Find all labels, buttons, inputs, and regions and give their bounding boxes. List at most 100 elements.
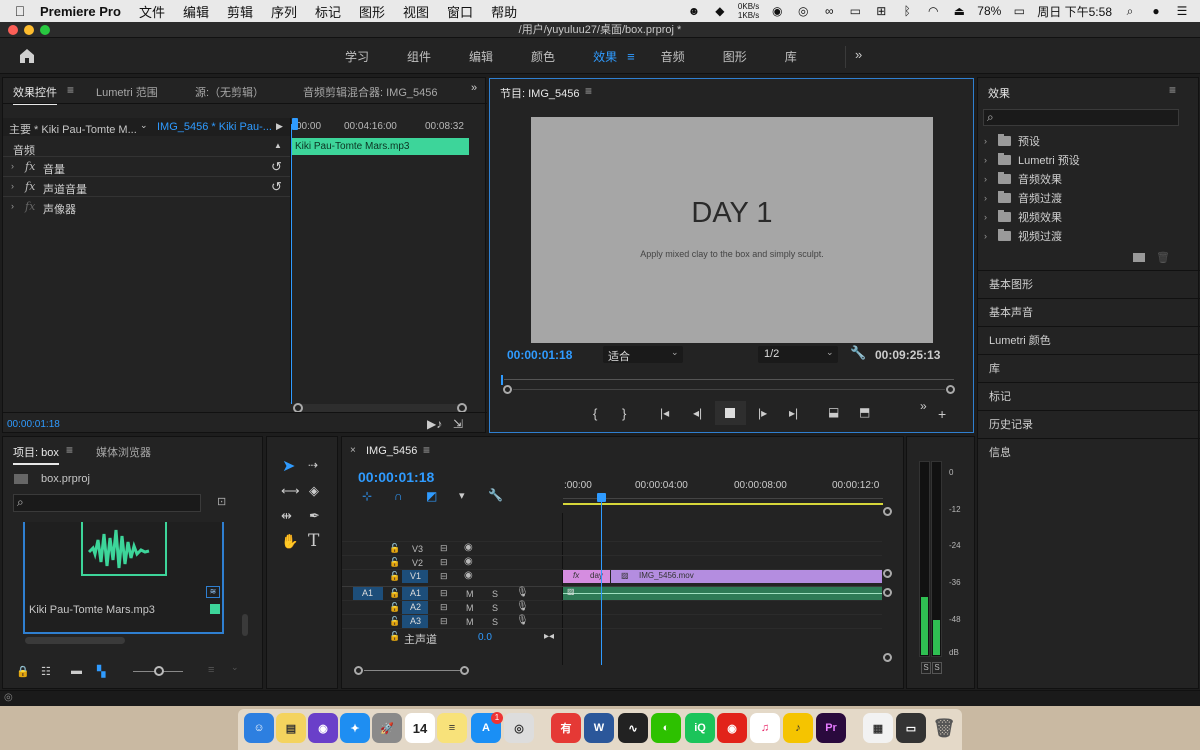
fx-badge[interactable]: fx — [25, 160, 35, 173]
menu-view[interactable]: 视图 — [403, 2, 429, 21]
sort-icon[interactable]: ≡ — [208, 664, 214, 676]
collapse-icon[interactable]: ▲ — [274, 141, 282, 150]
battery-icon[interactable]: ▭ — [1011, 4, 1027, 18]
netease-music-icon[interactable]: ◉ — [717, 713, 747, 743]
effect-row-panner[interactable]: › fx 声像器 — [3, 198, 290, 217]
expand-arrow-icon[interactable]: › — [984, 136, 998, 146]
vertical-scrollbar[interactable] — [242, 614, 248, 636]
notes-icon[interactable]: ≡ — [437, 713, 467, 743]
word-icon[interactable]: W — [584, 713, 614, 743]
ec-timecode[interactable]: 00:00:01:18 — [7, 419, 60, 430]
tab-audio-clip-mixer[interactable]: 音频剪辑混合器: IMG_5456 — [303, 84, 437, 100]
zoom-slider-handle[interactable] — [154, 666, 164, 676]
program-timecode[interactable]: 00:00:01:18 — [507, 348, 572, 362]
workspace-color[interactable]: 颜色 — [531, 48, 555, 65]
panel-menu-icon[interactable]: ≡ — [585, 84, 592, 98]
calendar-icon[interactable]: 14 — [405, 713, 435, 743]
section-lumetri-color[interactable]: Lumetri 颜色 — [978, 326, 1200, 354]
app-menu[interactable]: Premiere Pro — [40, 4, 121, 19]
mark-out-icon[interactable]: } — [622, 406, 626, 421]
playhead-marker[interactable] — [292, 118, 298, 130]
cat-icon[interactable]: ◆ — [712, 4, 728, 18]
workspace-overflow-icon[interactable]: » — [855, 47, 862, 62]
panel-menu-icon[interactable]: ≡ — [67, 83, 74, 97]
step-back-icon[interactable]: ◂| — [693, 406, 702, 420]
scroll-handle[interactable] — [883, 569, 892, 578]
menu-help[interactable]: 帮助 — [491, 2, 517, 21]
track-select-tool-icon[interactable]: ⇢ — [308, 458, 318, 472]
expand-arrow-icon[interactable]: › — [984, 174, 998, 184]
safari-icon[interactable]: ✦ — [340, 713, 370, 743]
eye-icon[interactable]: ◉ — [464, 556, 473, 567]
tab-sequence[interactable]: IMG_5456 — [366, 445, 417, 457]
audio-clip[interactable]: ▨ — [563, 587, 882, 600]
expand-arrow-icon[interactable]: › — [984, 193, 998, 203]
export-icon[interactable]: ⇲ — [453, 417, 463, 431]
spotlight-icon[interactable]: ⌕ — [1122, 4, 1138, 18]
microphone-icon[interactable]: 🎙 — [516, 615, 529, 626]
panel-menu-icon[interactable]: ≡ — [66, 443, 73, 457]
tree-item-lumetri-presets[interactable]: › Lumetri 预设 — [984, 150, 1080, 169]
home-icon[interactable] — [18, 47, 36, 65]
timeline-settings-icon[interactable]: 🔧 — [488, 488, 503, 502]
effect-row-channel-volume[interactable]: › fx 声道音量 ↺ — [3, 178, 290, 197]
chevron-down-icon[interactable]: ⌄ — [140, 120, 148, 131]
lock-track-icon[interactable]: 🔓 — [389, 602, 400, 613]
notification-center-icon[interactable]: ☰ — [1174, 4, 1190, 18]
hand-tool-icon[interactable]: ✋ — [281, 533, 298, 550]
siri-app-icon[interactable]: ◉ — [308, 713, 338, 743]
video-clip[interactable]: ▨ IMG_5456.mov — [611, 570, 882, 583]
input-method-icon[interactable]: ⊞ — [873, 4, 889, 18]
creative-cloud-icon[interactable]: ∞ — [821, 4, 837, 18]
find-icon[interactable]: ⊡ — [217, 495, 226, 508]
launchpad-icon[interactable]: 🚀 — [372, 713, 402, 743]
qq-icon[interactable]: ◎ — [795, 4, 811, 18]
target-track-a1[interactable]: A1 — [402, 587, 428, 600]
play-only-clip-icon[interactable]: ▶ — [276, 121, 283, 132]
lock-track-icon[interactable]: 🔓 — [389, 588, 400, 599]
reset-icon[interactable]: ↺ — [271, 159, 282, 175]
settings-wrench-icon[interactable]: 🔧 — [850, 345, 866, 361]
workspace-learn[interactable]: 学习 — [345, 48, 369, 65]
target-track-a3[interactable]: A3 — [402, 615, 428, 628]
scroll-handle[interactable] — [883, 653, 892, 662]
expand-arrow-icon[interactable]: › — [11, 181, 14, 191]
menu-window[interactable]: 窗口 — [447, 2, 473, 21]
target-track-a2[interactable]: A2 — [402, 601, 428, 614]
chevron-down-icon[interactable]: ⌄ — [231, 662, 239, 673]
insert-nest-icon[interactable]: ⊹ — [362, 489, 372, 503]
bluetooth-icon[interactable]: ᛒ — [899, 4, 915, 18]
section-markers[interactable]: 标记 — [978, 382, 1200, 410]
source-patch-a1[interactable]: A1 — [353, 587, 383, 600]
expand-arrow-icon[interactable]: › — [11, 161, 14, 171]
tree-item-video-transitions[interactable]: › 视频过渡 — [984, 226, 1062, 245]
apple-icon[interactable]:  — [0, 3, 40, 19]
reset-icon[interactable]: ↺ — [271, 179, 282, 195]
master-clip-label[interactable]: 主要 * Kiki Pau-Tomte M... — [9, 121, 137, 137]
scrollbar-handle-left[interactable] — [503, 385, 512, 394]
clock[interactable]: 周日 下午5:58 — [1037, 3, 1112, 20]
dog-icon[interactable]: ☻ — [686, 4, 702, 18]
wechat-icon[interactable]: ◉ — [769, 4, 785, 18]
section-essential-graphics[interactable]: 基本图形 — [978, 270, 1200, 298]
mute-button[interactable]: M — [466, 589, 474, 599]
premiere-pro-icon[interactable]: Pr — [816, 713, 846, 743]
stop-button[interactable] — [715, 401, 746, 425]
solo-button[interactable]: S — [492, 589, 498, 599]
scrollbar-handle-right[interactable] — [460, 666, 469, 675]
lift-icon[interactable]: ⬓ — [828, 405, 839, 419]
scroll-handle[interactable] — [883, 588, 892, 597]
title-clip[interactable]: fx day — [563, 570, 610, 583]
lock-track-icon[interactable]: 🔓 — [389, 543, 400, 554]
lock-track-icon[interactable]: 🔓 — [389, 557, 400, 568]
timeline-ruler[interactable] — [563, 493, 883, 499]
airplay-icon[interactable]: ▭ — [847, 4, 863, 18]
overflow-icon[interactable]: » — [920, 399, 927, 413]
scrubber-track[interactable] — [504, 379, 954, 380]
expand-arrow-icon[interactable]: › — [11, 201, 14, 211]
play-audio-icon[interactable]: ▶♪ — [427, 417, 442, 431]
step-forward-icon[interactable]: |▸ — [758, 406, 767, 420]
lock-icon[interactable]: 🔒 — [16, 665, 30, 678]
finder-icon[interactable]: ☺ — [244, 713, 274, 743]
fx-badge[interactable]: fx — [25, 200, 35, 213]
